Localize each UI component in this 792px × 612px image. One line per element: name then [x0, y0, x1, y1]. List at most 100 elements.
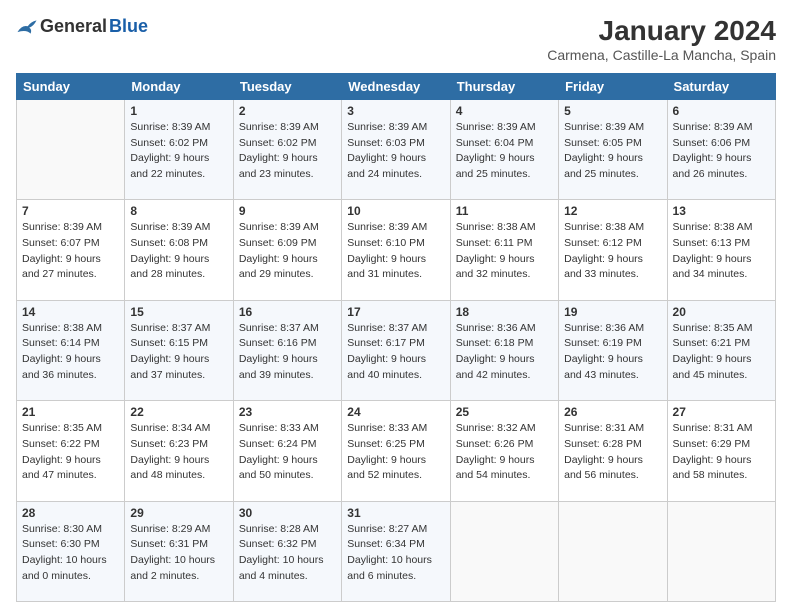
weekday-header-thursday: Thursday: [450, 73, 558, 99]
week-row-1: 1 Sunrise: 8:39 AMSunset: 6:02 PMDaylight…: [17, 99, 776, 199]
day-info: Sunrise: 8:39 AMSunset: 6:02 PMDaylight:…: [239, 120, 336, 183]
day-info: Sunrise: 8:35 AMSunset: 6:21 PMDaylight:…: [673, 321, 770, 384]
day-number: 11: [456, 204, 553, 218]
calendar-table: SundayMondayTuesdayWednesdayThursdayFrid…: [16, 73, 776, 602]
calendar-cell: 6 Sunrise: 8:39 AMSunset: 6:06 PMDaylight…: [667, 99, 775, 199]
day-info: Sunrise: 8:39 AMSunset: 6:10 PMDaylight:…: [347, 220, 444, 283]
day-info: Sunrise: 8:39 AMSunset: 6:05 PMDaylight:…: [564, 120, 661, 183]
calendar-cell: 13 Sunrise: 8:38 AMSunset: 6:13 PMDayligh…: [667, 200, 775, 300]
calendar-cell: 20 Sunrise: 8:35 AMSunset: 6:21 PMDayligh…: [667, 300, 775, 400]
day-number: 15: [130, 305, 227, 319]
day-number: 29: [130, 506, 227, 520]
weekday-header-friday: Friday: [559, 73, 667, 99]
logo-general-text: General: [40, 16, 107, 37]
calendar-cell: 11 Sunrise: 8:38 AMSunset: 6:11 PMDayligh…: [450, 200, 558, 300]
calendar-cell: 24 Sunrise: 8:33 AMSunset: 6:25 PMDayligh…: [342, 401, 450, 501]
calendar-cell: 16Sunrise: 8:37 AMSunset: 6:16 PMDayligh…: [233, 300, 341, 400]
day-info: Sunrise: 8:28 AMSunset: 6:32 PMDaylight:…: [239, 522, 336, 585]
calendar-cell: 28Sunrise: 8:30 AMSunset: 6:30 PMDayligh…: [17, 501, 125, 601]
page: General Blue January 2024 Carmena, Casti…: [0, 0, 792, 612]
day-number: 13: [673, 204, 770, 218]
day-info: Sunrise: 8:37 AMSunset: 6:17 PMDaylight:…: [347, 321, 444, 384]
day-info: Sunrise: 8:34 AMSunset: 6:23 PMDaylight:…: [130, 421, 227, 484]
calendar-cell: 26 Sunrise: 8:31 AMSunset: 6:28 PMDayligh…: [559, 401, 667, 501]
day-info: Sunrise: 8:29 AMSunset: 6:31 PMDaylight:…: [130, 522, 227, 585]
day-info: Sunrise: 8:38 AMSunset: 6:14 PMDaylight:…: [22, 321, 119, 384]
calendar-cell: 14Sunrise: 8:38 AMSunset: 6:14 PMDayligh…: [17, 300, 125, 400]
day-number: 7: [22, 204, 119, 218]
calendar-cell: 18Sunrise: 8:36 AMSunset: 6:18 PMDayligh…: [450, 300, 558, 400]
day-number: 18: [456, 305, 553, 319]
day-number: 27: [673, 405, 770, 419]
logo-blue-text: Blue: [109, 16, 148, 37]
day-info: Sunrise: 8:39 AMSunset: 6:08 PMDaylight:…: [130, 220, 227, 283]
day-number: 5: [564, 104, 661, 118]
calendar-cell: 15 Sunrise: 8:37 AMSunset: 6:15 PMDayligh…: [125, 300, 233, 400]
calendar-cell: [450, 501, 558, 601]
day-number: 26: [564, 405, 661, 419]
day-number: 30: [239, 506, 336, 520]
day-info: Sunrise: 8:39 AMSunset: 6:09 PMDaylight:…: [239, 220, 336, 283]
logo-bird-icon: [16, 18, 38, 36]
day-number: 10: [347, 204, 444, 218]
calendar-cell: 2Sunrise: 8:39 AMSunset: 6:02 PMDaylight…: [233, 99, 341, 199]
day-info: Sunrise: 8:36 AMSunset: 6:19 PMDaylight:…: [564, 321, 661, 384]
day-number: 31: [347, 506, 444, 520]
day-info: Sunrise: 8:38 AMSunset: 6:11 PMDaylight:…: [456, 220, 553, 283]
day-number: 16: [239, 305, 336, 319]
day-number: 25: [456, 405, 553, 419]
day-info: Sunrise: 8:31 AMSunset: 6:28 PMDaylight:…: [564, 421, 661, 484]
day-number: 4: [456, 104, 553, 118]
title-block: January 2024 Carmena, Castille-La Mancha…: [547, 16, 776, 63]
calendar-cell: 9 Sunrise: 8:39 AMSunset: 6:09 PMDaylight…: [233, 200, 341, 300]
calendar-cell: 27 Sunrise: 8:31 AMSunset: 6:29 PMDayligh…: [667, 401, 775, 501]
logo: General Blue: [16, 16, 148, 37]
weekday-header-row: SundayMondayTuesdayWednesdayThursdayFrid…: [17, 73, 776, 99]
day-info: Sunrise: 8:35 AMSunset: 6:22 PMDaylight:…: [22, 421, 119, 484]
day-number: 17: [347, 305, 444, 319]
calendar-cell: [559, 501, 667, 601]
day-info: Sunrise: 8:33 AMSunset: 6:24 PMDaylight:…: [239, 421, 336, 484]
calendar-cell: 31 Sunrise: 8:27 AMSunset: 6:34 PMDayligh…: [342, 501, 450, 601]
day-info: Sunrise: 8:37 AMSunset: 6:15 PMDaylight:…: [130, 321, 227, 384]
calendar-cell: 4Sunrise: 8:39 AMSunset: 6:04 PMDaylight…: [450, 99, 558, 199]
calendar-cell: 22 Sunrise: 8:34 AMSunset: 6:23 PMDayligh…: [125, 401, 233, 501]
day-info: Sunrise: 8:39 AMSunset: 6:07 PMDaylight:…: [22, 220, 119, 283]
weekday-header-monday: Monday: [125, 73, 233, 99]
calendar-cell: 21 Sunrise: 8:35 AMSunset: 6:22 PMDayligh…: [17, 401, 125, 501]
day-info: Sunrise: 8:38 AMSunset: 6:12 PMDaylight:…: [564, 220, 661, 283]
day-number: 21: [22, 405, 119, 419]
day-info: Sunrise: 8:27 AMSunset: 6:34 PMDaylight:…: [347, 522, 444, 585]
day-number: 1: [130, 104, 227, 118]
day-info: Sunrise: 8:39 AMSunset: 6:03 PMDaylight:…: [347, 120, 444, 183]
calendar-cell: 10 Sunrise: 8:39 AMSunset: 6:10 PMDayligh…: [342, 200, 450, 300]
calendar-cell: 5 Sunrise: 8:39 AMSunset: 6:05 PMDaylight…: [559, 99, 667, 199]
calendar-cell: 3 Sunrise: 8:39 AMSunset: 6:03 PMDaylight…: [342, 99, 450, 199]
calendar-cell: 7 Sunrise: 8:39 AMSunset: 6:07 PMDaylight…: [17, 200, 125, 300]
day-info: Sunrise: 8:39 AMSunset: 6:06 PMDaylight:…: [673, 120, 770, 183]
day-number: 20: [673, 305, 770, 319]
calendar-cell: 8 Sunrise: 8:39 AMSunset: 6:08 PMDaylight…: [125, 200, 233, 300]
calendar-cell: 1 Sunrise: 8:39 AMSunset: 6:02 PMDaylight…: [125, 99, 233, 199]
day-number: 24: [347, 405, 444, 419]
month-title: January 2024: [547, 16, 776, 47]
day-info: Sunrise: 8:31 AMSunset: 6:29 PMDaylight:…: [673, 421, 770, 484]
day-number: 3: [347, 104, 444, 118]
week-row-2: 7 Sunrise: 8:39 AMSunset: 6:07 PMDaylight…: [17, 200, 776, 300]
weekday-header-saturday: Saturday: [667, 73, 775, 99]
weekday-header-wednesday: Wednesday: [342, 73, 450, 99]
day-info: Sunrise: 8:38 AMSunset: 6:13 PMDaylight:…: [673, 220, 770, 283]
day-info: Sunrise: 8:39 AMSunset: 6:02 PMDaylight:…: [130, 120, 227, 183]
day-number: 22: [130, 405, 227, 419]
day-number: 8: [130, 204, 227, 218]
day-info: Sunrise: 8:33 AMSunset: 6:25 PMDaylight:…: [347, 421, 444, 484]
day-info: Sunrise: 8:32 AMSunset: 6:26 PMDaylight:…: [456, 421, 553, 484]
day-number: 9: [239, 204, 336, 218]
location-subtitle: Carmena, Castille-La Mancha, Spain: [547, 47, 776, 63]
calendar-cell: 17 Sunrise: 8:37 AMSunset: 6:17 PMDayligh…: [342, 300, 450, 400]
week-row-5: 28Sunrise: 8:30 AMSunset: 6:30 PMDayligh…: [17, 501, 776, 601]
day-number: 23: [239, 405, 336, 419]
calendar-cell: 12Sunrise: 8:38 AMSunset: 6:12 PMDayligh…: [559, 200, 667, 300]
calendar-cell: 19Sunrise: 8:36 AMSunset: 6:19 PMDayligh…: [559, 300, 667, 400]
day-number: 6: [673, 104, 770, 118]
